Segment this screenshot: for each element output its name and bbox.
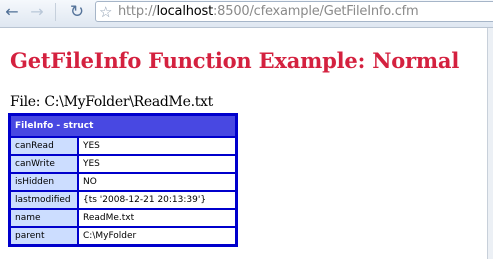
- table-row: isHidden NO: [11, 174, 235, 190]
- back-button[interactable]: ←: [1, 1, 23, 23]
- struct-key[interactable]: lastmodified: [11, 192, 77, 208]
- arrow-left-icon: ←: [5, 2, 19, 21]
- table-row: name ReadMe.txt: [11, 210, 235, 226]
- address-bar[interactable]: ☆ http://localhost:8500/cfexample/GetFil…: [95, 1, 493, 22]
- file-path-label: File: C:\MyFolder\ReadMe.txt: [10, 94, 213, 110]
- struct-value: YES: [79, 156, 235, 172]
- struct-key[interactable]: name: [11, 210, 77, 226]
- browser-toolbar: ← → ↻ ☆ http://localhost:8500/cfexample/…: [0, 0, 493, 28]
- table-row: lastmodified {ts '2008-12-21 20:13:39'}: [11, 192, 235, 208]
- reload-button[interactable]: ↻: [66, 1, 88, 23]
- struct-value: YES: [79, 138, 235, 154]
- reload-icon: ↻: [69, 1, 85, 22]
- struct-key[interactable]: parent: [11, 228, 77, 244]
- struct-value: C:\MyFolder: [79, 228, 235, 244]
- url-text: http://localhost:8500/cfexample/GetFileI…: [118, 2, 419, 22]
- star-icon[interactable]: ☆: [99, 2, 112, 22]
- fileinfo-struct-dump: FileInfo - struct canRead YES canWrite Y…: [8, 113, 238, 247]
- dump-header-row: FileInfo - struct: [11, 116, 235, 136]
- url-host: localhost: [156, 4, 213, 19]
- struct-key[interactable]: canWrite: [11, 156, 77, 172]
- vertical-scrollbar[interactable]: [487, 28, 493, 259]
- page-title: GetFileInfo Function Example: Normal: [10, 48, 460, 73]
- toolbar-divider: [55, 3, 56, 21]
- struct-key[interactable]: isHidden: [11, 174, 77, 190]
- forward-button[interactable]: →: [26, 1, 48, 23]
- struct-value: ReadMe.txt: [79, 210, 235, 226]
- url-prefix: http://: [118, 4, 157, 19]
- arrow-right-icon: →: [30, 2, 44, 21]
- dump-header[interactable]: FileInfo - struct: [11, 116, 235, 136]
- url-path: :8500/cfexample/GetFileInfo.cfm: [213, 4, 419, 19]
- struct-value: NO: [79, 174, 235, 190]
- table-row: canWrite YES: [11, 156, 235, 172]
- table-row: parent C:\MyFolder: [11, 228, 235, 244]
- struct-key[interactable]: canRead: [11, 138, 77, 154]
- table-row: canRead YES: [11, 138, 235, 154]
- struct-value: {ts '2008-12-21 20:13:39'}: [79, 192, 235, 208]
